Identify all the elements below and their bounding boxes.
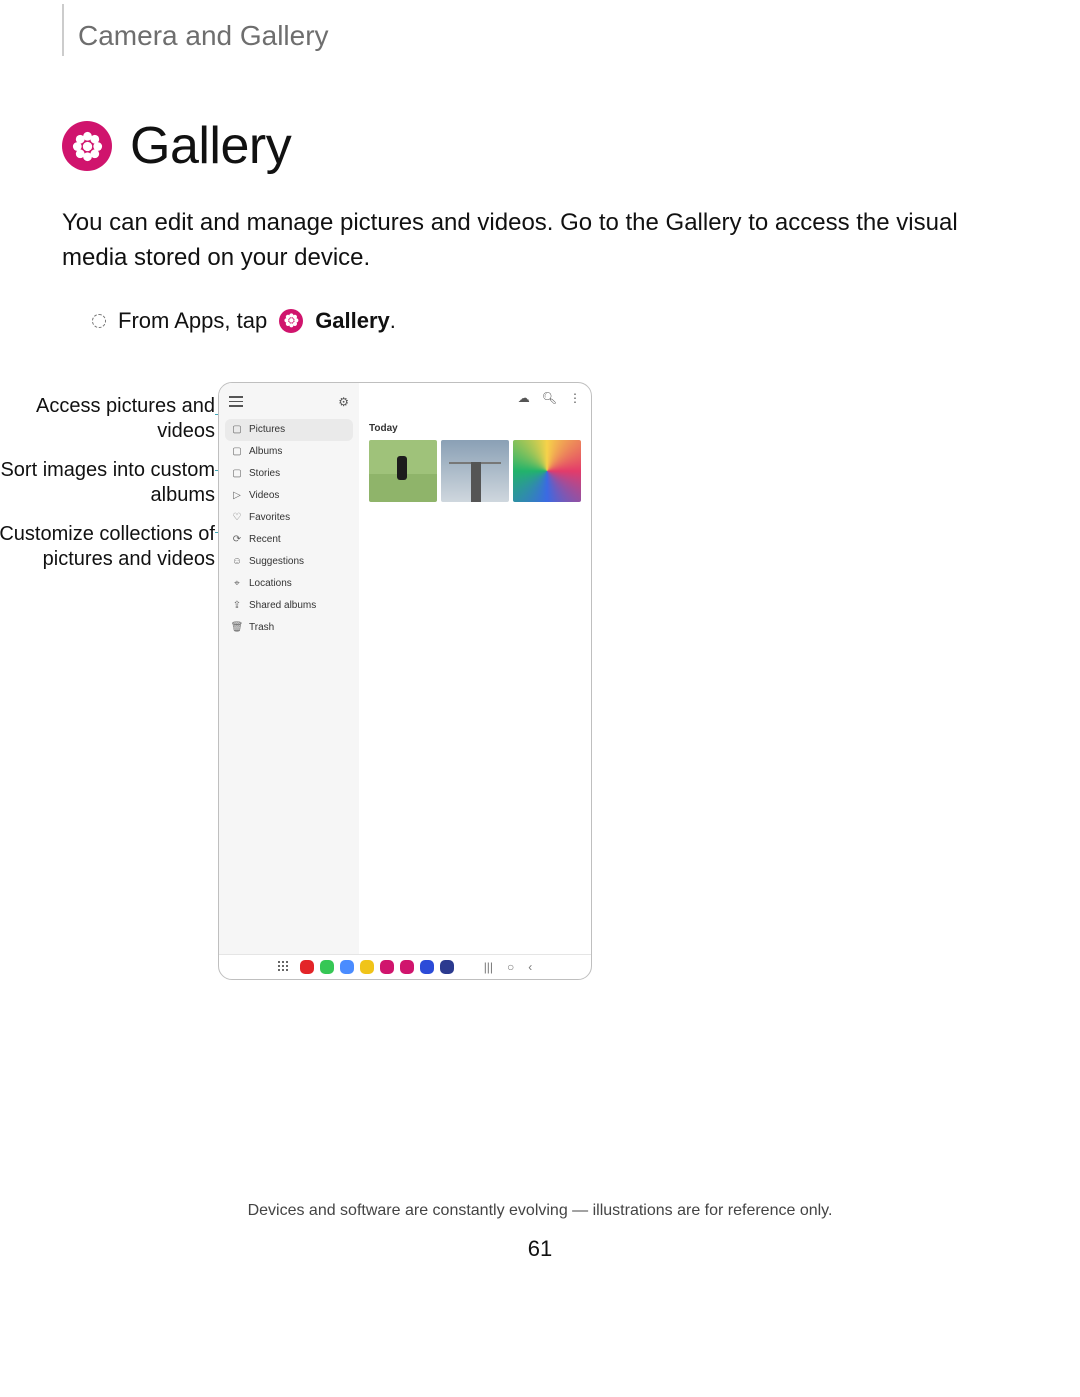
callout-1: Access pictures and videos (0, 394, 215, 444)
albums-icon: ▢ (231, 446, 243, 458)
taskbar-app-icon[interactable] (380, 960, 394, 974)
callout-3: Customize collections of pictures and vi… (0, 522, 215, 572)
thumbnail-row (369, 440, 581, 502)
favorites-icon: ♡ (231, 512, 243, 524)
back-nav-icon[interactable]: ‹ (528, 960, 532, 974)
callout-column: Access pictures and videos Sort images i… (0, 394, 215, 586)
gallery-sidebar: ⚙ ▢ Pictures ▢ Albums ▢ Stories ▷ Videos ♡ Favori… (219, 383, 359, 955)
app-drawer-icon[interactable] (278, 961, 290, 973)
more-icon[interactable]: ⋮ (569, 391, 581, 405)
locations-icon: ⌖ (231, 578, 243, 590)
recents-nav-icon[interactable]: ||| (484, 960, 493, 974)
gallery-app-icon (62, 121, 112, 171)
step-bullet-icon (92, 314, 106, 328)
sidebar-item-label: Albums (249, 446, 282, 457)
videos-icon: ▷ (231, 490, 243, 502)
gallery-app-icon (279, 309, 303, 333)
sidebar-item-shared-albums[interactable]: ⇪ Shared albums (219, 595, 359, 617)
step-app-name: Gallery (315, 308, 390, 333)
sidebar-item-albums[interactable]: ▢ Albums (219, 441, 359, 463)
sidebar-item-pictures[interactable]: ▢ Pictures (225, 419, 353, 441)
shared-albums-icon: ⇪ (231, 600, 243, 612)
sidebar-item-label: Suggestions (249, 556, 304, 567)
illustration: Access pictures and videos Sort images i… (160, 382, 920, 1002)
recent-icon: ⟳ (231, 534, 243, 546)
sidebar-item-recent[interactable]: ⟳ Recent (219, 529, 359, 551)
hamburger-icon[interactable] (229, 396, 243, 407)
callout-2: Sort images into custom albums (0, 458, 215, 508)
sidebar-item-label: Stories (249, 468, 280, 479)
section-today: Today (369, 423, 581, 434)
photo-thumbnail[interactable] (441, 440, 509, 502)
trash-icon: 🗑 (231, 622, 243, 634)
taskbar-app-icon[interactable] (340, 960, 354, 974)
stories-icon: ▢ (231, 468, 243, 480)
sidebar-item-videos[interactable]: ▷ Videos (219, 485, 359, 507)
instruction-step: From Apps, tap Gallery. (92, 308, 1018, 334)
sidebar-item-label: Videos (249, 490, 279, 501)
pictures-icon: ▢ (231, 424, 243, 436)
home-nav-icon[interactable]: ○ (507, 960, 514, 974)
page-number: 61 (62, 1236, 1018, 1262)
sidebar-item-stories[interactable]: ▢ Stories (219, 463, 359, 485)
sidebar-item-label: Trash (249, 622, 274, 633)
sidebar-item-favorites[interactable]: ♡ Favorites (219, 507, 359, 529)
intro-paragraph: You can edit and manage pictures and vid… (62, 206, 1018, 276)
photo-thumbnail[interactable] (369, 440, 437, 502)
sidebar-item-trash[interactable]: 🗑 Trash (219, 617, 359, 639)
taskbar-app-icon[interactable] (420, 960, 434, 974)
sidebar-item-label: Favorites (249, 512, 290, 523)
taskbar-app-icon[interactable] (320, 960, 334, 974)
sidebar-item-label: Pictures (249, 424, 285, 435)
sidebar-item-suggestions[interactable]: ☺ Suggestions (219, 551, 359, 573)
taskbar-app-icon[interactable] (300, 960, 314, 974)
gallery-main: ☁ 🔍︎ ⋮ Today (359, 383, 591, 955)
sidebar-item-label: Recent (249, 534, 281, 545)
tablet-mockup: ⚙ ▢ Pictures ▢ Albums ▢ Stories ▷ Videos ♡ Favori… (218, 382, 592, 980)
taskbar-app-icon[interactable] (440, 960, 454, 974)
step-suffix: . (390, 308, 396, 333)
breadcrumb-text: Camera and Gallery (78, 20, 329, 51)
cloud-icon[interactable]: ☁ (518, 391, 530, 405)
sidebar-item-label: Shared albums (249, 600, 316, 611)
page-title: Gallery (130, 116, 291, 176)
footnote: Devices and software are constantly evol… (62, 1202, 1018, 1220)
suggestions-icon: ☺ (231, 556, 243, 568)
sidebar-item-label: Locations (249, 578, 292, 589)
settings-icon[interactable]: ⚙ (338, 395, 349, 409)
taskbar: ||| ○ ‹ (219, 954, 591, 979)
search-icon[interactable]: 🔍︎ (542, 391, 557, 405)
taskbar-app-icon[interactable] (400, 960, 414, 974)
step-prefix: From Apps, tap (118, 308, 267, 334)
breadcrumb: Camera and Gallery (62, 4, 1018, 56)
sidebar-item-locations[interactable]: ⌖ Locations (219, 573, 359, 595)
taskbar-app-icon[interactable] (360, 960, 374, 974)
page-title-row: Gallery (62, 116, 1018, 176)
photo-thumbnail[interactable] (513, 440, 581, 502)
